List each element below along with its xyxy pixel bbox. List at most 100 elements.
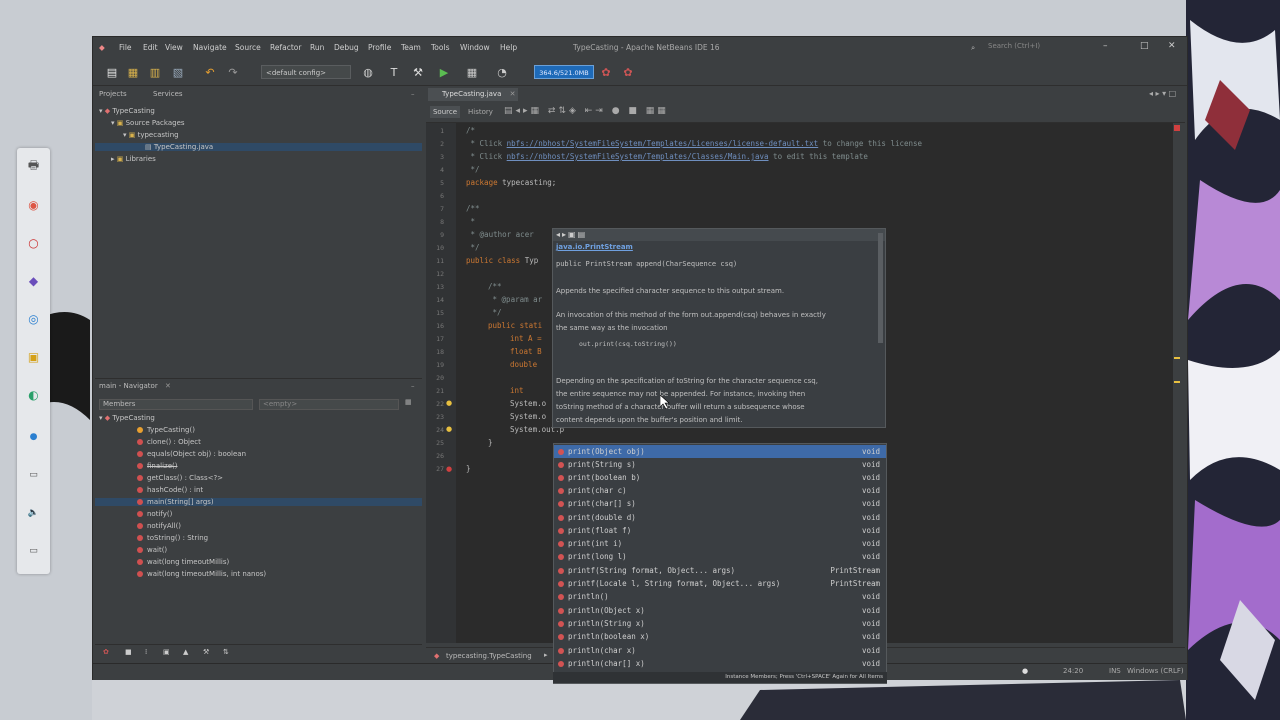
- new-file-icon[interactable]: ▤: [105, 65, 119, 79]
- tab-typecasting-java[interactable]: TypeCasting.java ✕: [428, 88, 518, 101]
- editor-action-icons[interactable]: ▤◂▸▦ ⇄⇅◈ ⇤⇥ ● ■ ▦▦: [504, 106, 669, 116]
- close-tab-icon[interactable]: ✕: [165, 382, 171, 390]
- navigator-root[interactable]: ▾ ◆ TypeCasting: [99, 414, 155, 422]
- open-project-icon[interactable]: ▥: [148, 65, 162, 79]
- menu-run[interactable]: Run: [310, 43, 324, 52]
- filter-fields-icon[interactable]: ■: [125, 648, 132, 656]
- navigator-empty-field[interactable]: <empty>: [259, 399, 399, 410]
- template-link[interactable]: nbfs://nbhost/SystemFileSystem/Templates…: [507, 152, 769, 161]
- tree-java-file[interactable]: ▤ TypeCasting.java: [95, 143, 422, 151]
- completion-item[interactable]: print(Object obj) void: [554, 445, 886, 458]
- menu-team[interactable]: Team: [401, 43, 421, 52]
- menu-source[interactable]: Source: [235, 43, 261, 52]
- tab-history[interactable]: History: [468, 108, 493, 116]
- menu-help[interactable]: Help: [500, 43, 517, 52]
- completion-item[interactable]: println(String x) void: [554, 617, 886, 630]
- settings-icon[interactable]: ◍: [361, 65, 375, 79]
- sync-icon[interactable]: ◐: [25, 386, 42, 403]
- notification-icon[interactable]: ●: [1022, 667, 1028, 675]
- build-hammer-icon[interactable]: T: [387, 65, 401, 79]
- panel-minimize-icon[interactable]: –: [411, 90, 415, 98]
- search-input[interactable]: Search (Ctrl+I): [988, 42, 1068, 53]
- filter-icon[interactable]: ✿: [103, 648, 109, 656]
- close-button[interactable]: ✕: [1168, 41, 1176, 51]
- printer-icon[interactable]: 🖶: [25, 158, 42, 175]
- warning-stripe[interactable]: [1174, 381, 1180, 383]
- completion-item[interactable]: print(char c) void: [554, 484, 886, 497]
- navigator-item[interactable]: notifyAll(): [137, 522, 181, 530]
- tab-services[interactable]: Services: [153, 90, 183, 98]
- license-link[interactable]: nbfs://nbhost/SystemFileSystem/Templates…: [507, 139, 819, 148]
- browser-icon[interactable]: ◎: [25, 310, 42, 327]
- completion-item[interactable]: print(String s) void: [554, 458, 886, 471]
- members-filter-select[interactable]: Members: [99, 399, 253, 410]
- navigator-item[interactable]: wait(long timeoutMillis): [137, 558, 229, 566]
- error-marker-icon[interactable]: ●: [446, 465, 452, 473]
- completion-item[interactable]: print(char[] s) void: [554, 497, 886, 510]
- volume-icon[interactable]: 🔈: [25, 504, 42, 521]
- tree-project-root[interactable]: ▾ ◆ TypeCasting: [99, 107, 155, 115]
- tab-projects[interactable]: Projects: [99, 90, 127, 98]
- clean-build-icon[interactable]: ⚒: [411, 65, 425, 79]
- hint-bulb-icon[interactable]: ●: [446, 399, 452, 407]
- javadoc-nav-icons[interactable]: ◂▸▣▤: [556, 230, 587, 239]
- navigator-item[interactable]: toString() : String: [137, 534, 208, 542]
- completion-item[interactable]: printf(Locale l, String format, Object..…: [554, 577, 886, 590]
- tab-list-icon[interactable]: ◂ ▸ ▾ □: [1149, 89, 1176, 98]
- filter-private-icon[interactable]: ▣: [163, 648, 170, 656]
- warning-stripe[interactable]: [1174, 357, 1180, 359]
- gc-icon[interactable]: ✿: [599, 65, 613, 79]
- completion-item[interactable]: print(int i) void: [554, 537, 886, 550]
- navigator-item[interactable]: notify(): [137, 510, 172, 518]
- navigator-item[interactable]: hashCode() : int: [137, 486, 203, 494]
- gc-profile-icon[interactable]: ✿: [621, 65, 635, 79]
- completion-item[interactable]: print(double d) void: [554, 511, 886, 524]
- tree-libraries[interactable]: ▸ ▣ Libraries: [111, 155, 156, 163]
- tree-source-packages[interactable]: ▾ ▣ Source Packages: [111, 119, 185, 127]
- completion-item[interactable]: print(float f) void: [554, 524, 886, 537]
- run-icon[interactable]: ▶: [437, 65, 451, 79]
- menu-file[interactable]: File: [119, 43, 132, 52]
- completion-item[interactable]: println(boolean x) void: [554, 630, 886, 643]
- filter-static-icon[interactable]: ⁞: [145, 648, 147, 656]
- panel-minimize-icon[interactable]: –: [411, 382, 415, 390]
- line-ending[interactable]: Windows (CRLF): [1127, 667, 1184, 675]
- chrome-icon[interactable]: ◉: [25, 196, 42, 213]
- undo-icon[interactable]: ↶: [203, 65, 217, 79]
- completion-item[interactable]: println(char[] x) void: [554, 657, 886, 670]
- editor-scrollbar[interactable]: [1173, 123, 1181, 643]
- sort-icon[interactable]: ⚒: [203, 648, 209, 656]
- completion-item[interactable]: print(long l) void: [554, 550, 886, 563]
- network-icon[interactable]: ●: [25, 428, 42, 445]
- redo-icon[interactable]: ↷: [226, 65, 240, 79]
- memory-indicator[interactable]: 364.6/521.0MB: [534, 65, 594, 79]
- completion-item[interactable]: println(Object x) void: [554, 604, 886, 617]
- sort-name-icon[interactable]: ⇅: [223, 648, 229, 656]
- tree-package[interactable]: ▾ ▣ typecasting: [123, 131, 179, 139]
- app-icon[interactable]: ◆: [25, 272, 42, 289]
- navigator-item-selected[interactable]: main(String[] args): [95, 498, 422, 506]
- menu-debug[interactable]: Debug: [334, 43, 359, 52]
- close-tab-icon[interactable]: ✕: [510, 90, 516, 98]
- navigator-item[interactable]: wait(): [137, 546, 167, 554]
- error-stripe-icon[interactable]: [1174, 125, 1180, 131]
- navigator-item[interactable]: finalize(): [137, 462, 177, 470]
- menu-navigate[interactable]: Navigate: [193, 43, 227, 52]
- hint-bulb-icon[interactable]: ●: [446, 425, 452, 433]
- completion-item[interactable]: println() void: [554, 590, 886, 603]
- new-project-icon[interactable]: ▦: [126, 65, 140, 79]
- tab-source[interactable]: Source: [430, 106, 460, 118]
- opera-icon[interactable]: ○: [25, 234, 42, 251]
- minimize-button[interactable]: –: [1103, 41, 1108, 51]
- breadcrumb-class[interactable]: typecasting.TypeCasting: [446, 652, 532, 660]
- maximize-button[interactable]: □: [1140, 41, 1149, 51]
- javadoc-class-link[interactable]: java.io.PrintStream: [556, 243, 633, 251]
- menu-tools[interactable]: Tools: [431, 43, 449, 52]
- menu-profile[interactable]: Profile: [368, 43, 391, 52]
- menu-edit[interactable]: Edit: [143, 43, 158, 52]
- completion-item[interactable]: printf(String format, Object... args) Pri…: [554, 564, 886, 577]
- navigator-title[interactable]: main - Navigator: [99, 382, 158, 390]
- debug-icon[interactable]: ▦: [465, 65, 479, 79]
- completion-item[interactable]: println(char x) void: [554, 644, 886, 657]
- filter-inherited-icon[interactable]: ▲: [183, 648, 188, 656]
